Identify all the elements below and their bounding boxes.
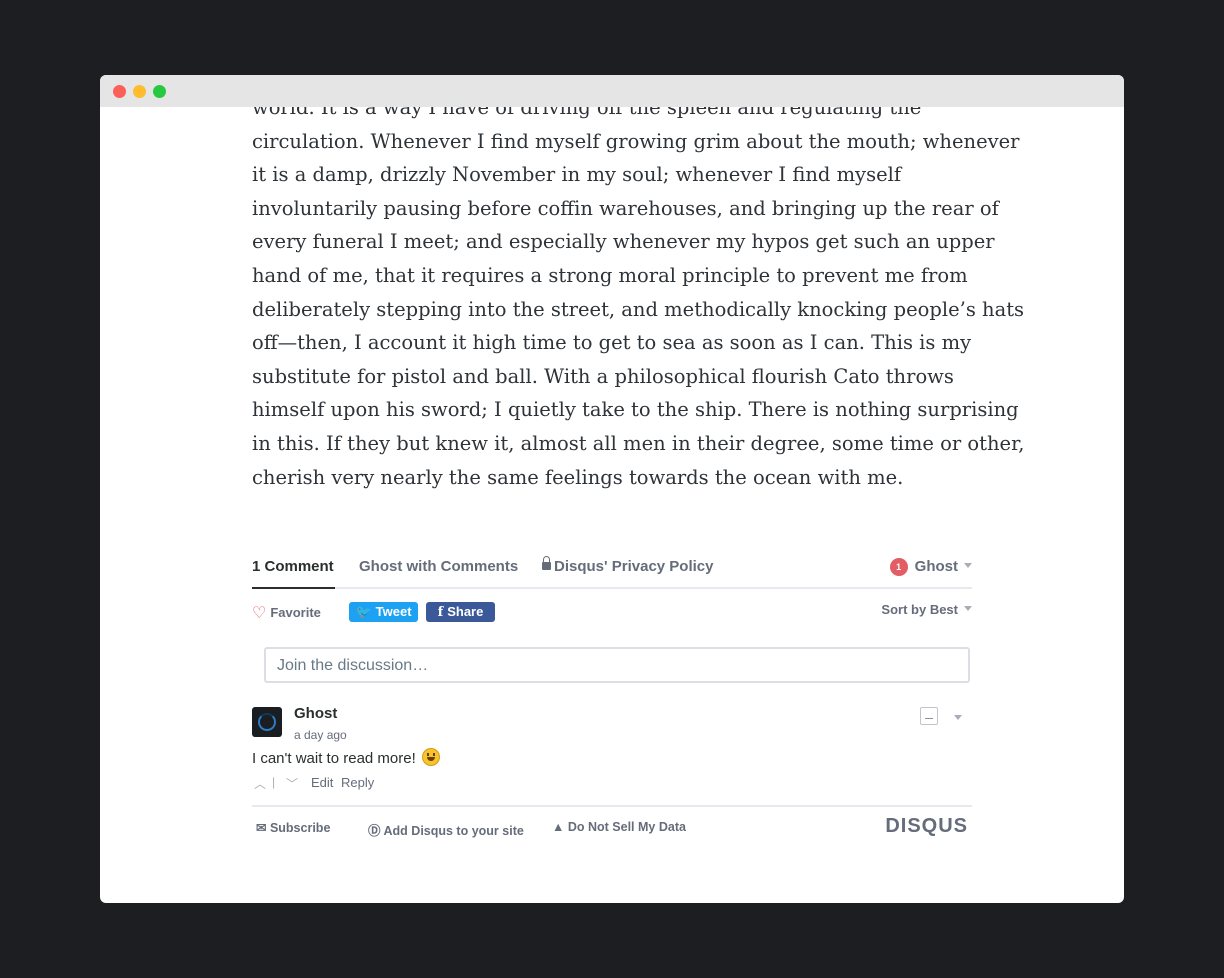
tab-comments[interactable]: 1 Comment <box>252 558 334 575</box>
facebook-icon: f <box>437 605 444 620</box>
comment-author[interactable]: Ghost <box>294 705 337 722</box>
do-not-sell-label: Do Not Sell My Data <box>567 820 686 834</box>
lock-icon <box>542 556 551 570</box>
subscribe-link[interactable]: ✉ Subscribe <box>256 820 330 835</box>
article-line: substitute for pistol and ball. With a p… <box>252 364 954 388</box>
add-disqus-label: Add Disqus to your site <box>383 824 524 838</box>
facebook-share-button[interactable]: f Share <box>426 602 495 622</box>
do-not-sell-link[interactable]: ▲ Do Not Sell My Data <box>552 820 686 834</box>
reply-link[interactable]: Reply <box>341 775 374 790</box>
envelope-icon: ✉ <box>256 821 270 835</box>
comment-input[interactable]: Join the discussion… <box>264 647 970 683</box>
article-paragraph: world. It is a way I have of driving off… <box>252 91 1025 494</box>
article-body: world. It is a way I have of driving off… <box>252 91 1025 494</box>
comment-timestamp[interactable]: a day ago <box>294 728 347 742</box>
article-line: it is a damp, drizzly November in my sou… <box>252 163 902 187</box>
collapse-button[interactable] <box>920 707 938 725</box>
warning-icon: ▲ <box>552 820 568 834</box>
subscribe-label: Subscribe <box>269 821 331 835</box>
upvote-icon[interactable]: ︿ <box>254 775 266 792</box>
avatar[interactable] <box>252 707 282 737</box>
add-disqus-link[interactable]: Ⓓ Add Disqus to your site <box>368 820 524 839</box>
tweet-label: Tweet <box>375 604 412 619</box>
comment-body: I can't wait to read more! <box>252 748 440 767</box>
disqus-logo[interactable]: DISQUS <box>885 815 968 838</box>
minimize-window-button[interactable] <box>133 85 146 98</box>
tab-community[interactable]: Ghost with Comments <box>359 558 518 575</box>
disqus-nav: 1 Comment Ghost with Comments Disqus' Pr… <box>252 543 972 589</box>
edit-link[interactable]: Edit <box>311 775 333 790</box>
article-line: every funeral I meet; and especially whe… <box>252 230 995 254</box>
sort-label: Sort by Best <box>881 602 958 617</box>
notification-badge[interactable]: 1 <box>889 558 908 576</box>
tweet-button[interactable]: 🐦 Tweet <box>349 602 418 622</box>
privacy-policy-link[interactable]: Disqus' Privacy Policy <box>542 556 714 575</box>
privacy-policy-label: Disqus' Privacy Policy <box>554 558 714 575</box>
disqus-footer: ✉ Subscribe Ⓓ Add Disqus to your site ▲ … <box>252 805 972 857</box>
browser-window: world. It is a way I have of driving off… <box>100 75 1124 903</box>
downvote-icon[interactable]: ﹀ <box>286 775 298 792</box>
thread-actions: ♡ Favorite 🐦 Tweet f Share Sort by Best <box>252 589 972 641</box>
vote-separator: | <box>272 775 276 789</box>
smiley-emoji-icon <box>421 748 440 766</box>
disqus-d-icon: Ⓓ <box>368 824 384 838</box>
comment-menu-chevron-icon[interactable] <box>954 715 962 720</box>
comment-item: Ghost a day ago I can't wait to read mor… <box>252 703 972 803</box>
article-line: circulation. Whenever I find myself grow… <box>252 129 1020 153</box>
heart-icon: ♡ <box>252 605 267 622</box>
share-label: Share <box>447 604 484 619</box>
comment-text: I can't wait to read more! <box>252 750 416 767</box>
chevron-down-icon <box>964 606 972 611</box>
article-line: in this. If they but knew it, almost all… <box>252 431 1025 455</box>
article-line: hand of me, that it requires a strong mo… <box>252 263 968 287</box>
article-line: cherish very nearly the same feelings to… <box>252 465 904 489</box>
favorite-button[interactable]: ♡ Favorite <box>252 603 321 623</box>
close-window-button[interactable] <box>113 85 126 98</box>
window-titlebar <box>100 75 1124 107</box>
user-menu-name: Ghost <box>914 558 958 575</box>
sort-dropdown[interactable]: Sort by Best <box>881 602 972 617</box>
maximize-window-button[interactable] <box>153 85 166 98</box>
tab-comments-label: 1 Comment <box>252 558 334 575</box>
article-line: off—then, I account it high time to get … <box>252 331 972 355</box>
user-menu[interactable]: 1 Ghost <box>889 558 972 576</box>
article-line: involuntarily pausing before coffin ware… <box>252 196 999 220</box>
twitter-icon: 🐦 <box>355 605 372 620</box>
disqus-thread: 1 Comment Ghost with Comments Disqus' Pr… <box>252 543 972 838</box>
article-line: deliberately stepping into the street, a… <box>252 297 1025 321</box>
article-line: himself upon his sword; I quietly take t… <box>252 398 1019 422</box>
chevron-down-icon <box>964 563 972 568</box>
favorite-label: Favorite <box>270 605 321 620</box>
